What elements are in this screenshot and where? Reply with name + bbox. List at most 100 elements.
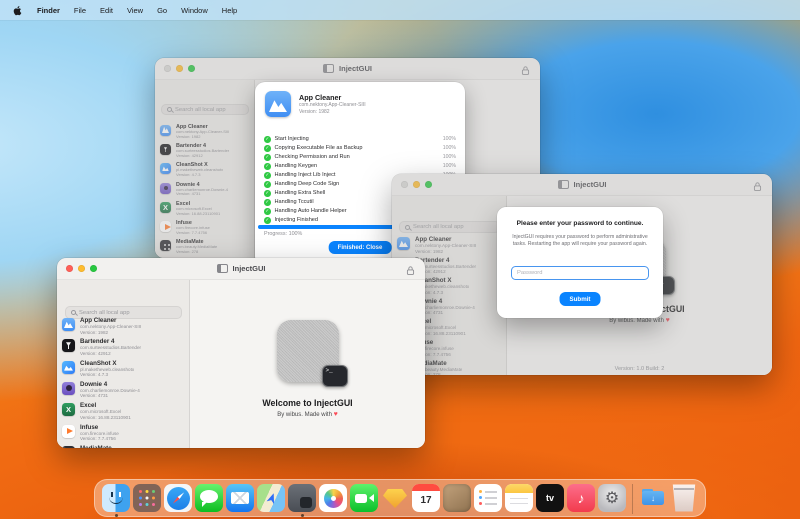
app-name: Infuse	[80, 423, 99, 431]
check-icon	[264, 154, 271, 161]
check-icon	[264, 199, 271, 206]
menu-item[interactable]: View	[127, 6, 143, 15]
sidebar-app-item[interactable]: Excel com.microsoft.Excel Version: 16.88…	[62, 402, 185, 420]
notes-icon[interactable]	[505, 484, 533, 512]
sheet-bundle-id: com.nektony.App-Cleaner-SIII	[299, 102, 366, 109]
sidebar-app-item[interactable]: MediaMate com.beauty.MediaMate Version: …	[62, 445, 185, 448]
app-cleaner-icon	[265, 91, 291, 117]
sidebar-app-item[interactable]: CleanShot X pl.maketheweb.cleanshotx Ver…	[62, 360, 185, 378]
zoom-button[interactable]	[90, 265, 97, 272]
trash-icon[interactable]	[672, 484, 696, 512]
lock-icon[interactable]	[406, 263, 415, 281]
step-percent: 100%	[442, 163, 456, 170]
apple-logo-icon[interactable]	[12, 4, 23, 17]
finder-icon[interactable]	[102, 484, 130, 517]
launchpad-icon[interactable]	[133, 484, 161, 512]
step-label: Handling Keygen	[274, 163, 318, 170]
facetime-icon[interactable]	[350, 484, 378, 512]
app-cleaner-icon	[62, 318, 75, 331]
minimize-button[interactable]	[78, 265, 85, 272]
mediamate-icon	[62, 445, 75, 448]
injection-step-row: Handling Keygen 100%	[264, 163, 456, 170]
app-version: Version: 4731	[80, 393, 109, 399]
close-button[interactable]	[66, 265, 73, 272]
step-percent: 100%	[442, 145, 456, 152]
music-icon[interactable]	[567, 484, 595, 512]
menu-item[interactable]: File	[74, 6, 86, 15]
menu-bar: Finder File Edit View Go Window Help	[0, 0, 800, 20]
step-label: Handling Inject Lib Inject	[274, 172, 336, 179]
sidebar-app-item[interactable]: App Cleaner com.nektony.App-Cleaner-SIII…	[62, 317, 185, 335]
welcome-byline: By wibus. Made with ♥	[277, 411, 338, 418]
injectgui-dock-icon[interactable]	[288, 484, 316, 517]
traffic-lights	[66, 265, 97, 272]
app-bundle-id: com.nektony.App-Cleaner-SIII	[80, 324, 142, 329]
settings-icon[interactable]	[598, 484, 626, 512]
check-icon	[264, 163, 271, 170]
appletv-icon[interactable]: tv	[536, 484, 564, 512]
menu-item[interactable]: Help	[222, 6, 237, 15]
check-icon	[264, 136, 271, 143]
injection-step-row: Start Injecting 100%	[264, 136, 456, 143]
app-version: Version: 4.7.3	[80, 372, 109, 378]
menu-item[interactable]: Window	[181, 6, 208, 15]
app-name: Excel	[80, 402, 97, 410]
terminal-badge-icon	[321, 365, 348, 387]
menu-item[interactable]: Finder	[37, 6, 60, 15]
window-title: InjectGUI	[232, 264, 266, 273]
reminders-icon[interactable]	[474, 484, 502, 512]
step-label: Handling Deep Code Sign	[274, 181, 340, 188]
sidebar-toggle-icon[interactable]	[216, 264, 228, 273]
search-icon	[71, 310, 76, 315]
app-sidebar: App Cleaner com.nektony.App-Cleaner-SIII…	[57, 280, 190, 448]
check-icon	[264, 208, 271, 215]
bartender-icon	[62, 339, 75, 353]
desktop: Finder File Edit View Go Window Help Inj…	[0, 0, 800, 519]
menu-item[interactable]: Edit	[100, 6, 113, 15]
check-icon	[264, 145, 271, 152]
sidebar-app-item[interactable]: Bartender 4 com.surteesstudios.Bartender…	[62, 338, 185, 356]
middle-injectgui-window[interactable]: InjectGUI App Cleaner com.nektony.App-Cl…	[392, 174, 772, 375]
dock: 17 tv	[94, 479, 706, 517]
submit-button[interactable]: Submit	[559, 292, 601, 306]
mail-icon[interactable]	[226, 484, 254, 512]
excel-icon	[62, 403, 75, 417]
running-indicator	[300, 513, 304, 517]
injection-step-row: Copying Executable File as Backup 100%	[264, 145, 456, 152]
brown-app-icon[interactable]	[443, 484, 471, 512]
password-input[interactable]	[511, 266, 649, 280]
app-version: Version: 1982	[80, 329, 109, 335]
safari-icon[interactable]	[164, 484, 192, 512]
step-label: Checking Permission and Run	[274, 154, 350, 161]
app-version: Version: 16.88.23110901	[80, 414, 131, 420]
messages-icon[interactable]	[195, 484, 223, 512]
front-injectgui-window[interactable]: InjectGUI App Cleaner com.nektony.App-Cl…	[57, 258, 425, 448]
photos-icon[interactable]	[319, 484, 347, 512]
menu-item[interactable]: Go	[157, 6, 167, 15]
app-name: MediaMate	[80, 445, 127, 448]
search-input[interactable]	[79, 309, 176, 316]
app-version: Version: 42912	[80, 350, 111, 356]
sidebar-app-item[interactable]: Downie 4 com.charliemonroe.Downie-4 Vers…	[62, 381, 185, 399]
sheet-app-version: Version: 1982	[299, 108, 330, 115]
app-name: App Cleaner	[80, 317, 117, 324]
downloads-folder-icon[interactable]	[639, 484, 667, 512]
finished-close-button[interactable]: Finished: Close	[328, 241, 392, 254]
step-label: Handling Tccutil	[274, 199, 314, 206]
sidebar-app-item[interactable]: Infuse com.firecore.infuse Version: 7.7.…	[62, 424, 185, 442]
calendar-icon[interactable]: 17	[412, 484, 440, 512]
sheet-app-name: App Cleaner	[299, 93, 342, 103]
app-name: Bartender 4	[80, 338, 115, 346]
progress-label: Progress: 100%	[264, 231, 303, 237]
welcome-block: Welcome to InjectGUI By wibus. Made with…	[190, 320, 425, 418]
front-window-main: Welcome to InjectGUI By wibus. Made with…	[190, 280, 425, 448]
injectgui-app-icon	[276, 320, 348, 387]
maps-icon[interactable]	[257, 484, 285, 512]
sketch-icon[interactable]	[381, 484, 409, 512]
app-name: CleanShot X	[80, 359, 117, 367]
welcome-title: Welcome to InjectGUI	[262, 398, 353, 408]
app-version: Version: 7.7.4756	[80, 436, 116, 442]
infuse-icon	[62, 424, 75, 438]
check-icon	[264, 217, 271, 224]
step-percent: 100%	[442, 154, 456, 161]
